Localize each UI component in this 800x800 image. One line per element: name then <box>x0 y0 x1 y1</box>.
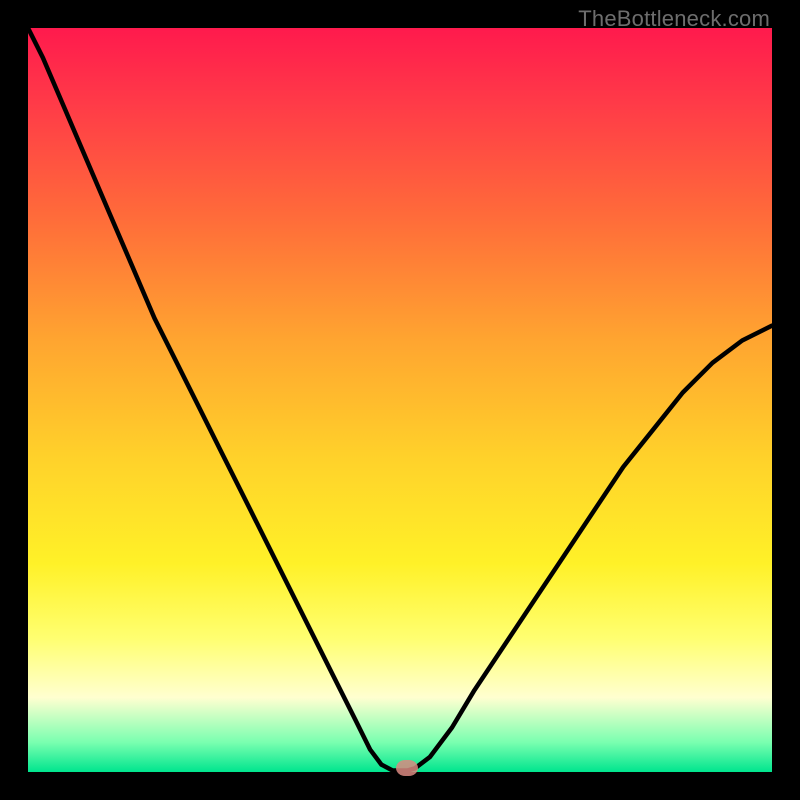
plot-area <box>28 28 772 772</box>
chart-frame: TheBottleneck.com <box>0 0 800 800</box>
watermark-text: TheBottleneck.com <box>578 6 770 32</box>
bottleneck-curve <box>28 28 772 772</box>
optimal-point-marker <box>396 760 418 776</box>
